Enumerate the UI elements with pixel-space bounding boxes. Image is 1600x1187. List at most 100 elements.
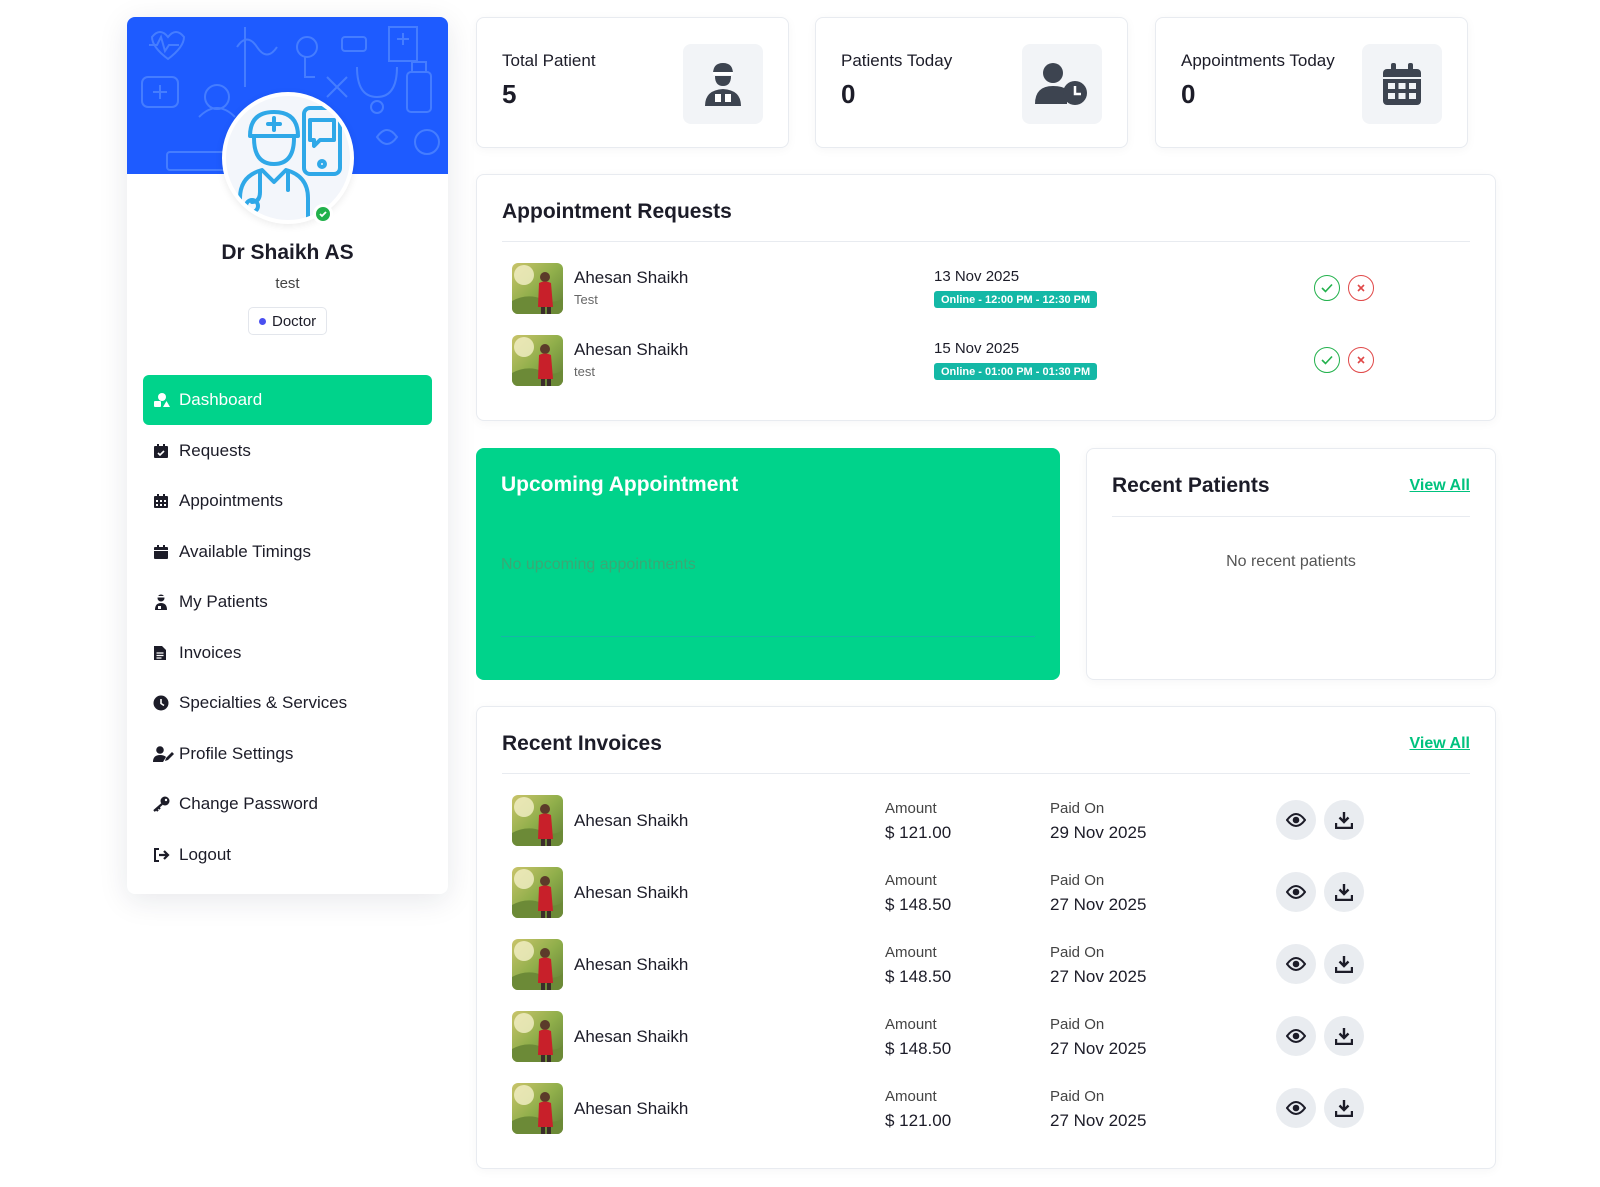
- stat-label: Patients Today: [841, 51, 953, 70]
- close-icon: [1357, 284, 1365, 292]
- view-invoice-button[interactable]: [1276, 872, 1316, 912]
- recent-invoices-panel: Recent Invoices View All Ahesan Shaikh Am…: [476, 706, 1496, 1169]
- sidebar-item-logout[interactable]: Logout: [143, 830, 432, 880]
- sidebar-item-dashboard[interactable]: Dashboard: [143, 375, 432, 425]
- doctor-name: Dr Shaikh AS: [221, 241, 354, 264]
- invoice-paid-date: 27 Nov 2025: [1050, 895, 1147, 914]
- calendar-grid-icon: [153, 492, 175, 510]
- logout-icon: [153, 846, 175, 864]
- divider: [502, 241, 1470, 242]
- paid-on-label: Paid On: [1050, 1088, 1105, 1105]
- request-date: 15 Nov 2025: [934, 340, 1020, 357]
- role-dot-icon: [259, 317, 266, 325]
- download-invoice-button[interactable]: [1324, 872, 1364, 912]
- sidebar-item-requests[interactable]: Requests: [143, 426, 432, 476]
- divider: [501, 636, 1035, 637]
- panel-title: Recent Patients: [1112, 474, 1270, 497]
- sidebar-item-label: My Patients: [179, 592, 268, 611]
- view-invoice-button[interactable]: [1276, 1016, 1316, 1056]
- download-invoice-button[interactable]: [1324, 800, 1364, 840]
- divider: [1112, 516, 1470, 517]
- sidebar-item-appointments[interactable]: Appointments: [143, 476, 432, 526]
- amount-label: Amount: [885, 872, 937, 889]
- request-slot-badge: Online - 01:00 PM - 01:30 PM: [934, 363, 1098, 380]
- request-patient-name[interactable]: Ahesan Shaikh: [574, 340, 688, 360]
- stat-card-patients-today: Patients Today 0: [815, 17, 1128, 148]
- stat-value: 0: [841, 79, 856, 109]
- invoice-amount: $ 148.50: [885, 895, 952, 914]
- patient-avatar: [512, 335, 563, 386]
- download-icon: [1335, 956, 1353, 973]
- panel-title: Appointment Requests: [502, 200, 732, 223]
- user-injured-icon: [153, 593, 175, 611]
- download-invoice-button[interactable]: [1324, 1088, 1364, 1128]
- upcoming-appointment-panel: Upcoming Appointment No upcoming appoint…: [476, 448, 1060, 680]
- reject-button[interactable]: [1348, 275, 1374, 301]
- download-invoice-button[interactable]: [1324, 944, 1364, 984]
- invoice-patient-name[interactable]: Ahesan Shaikh: [574, 811, 688, 831]
- eye-icon: [1286, 1029, 1306, 1043]
- amount-label: Amount: [885, 1016, 937, 1033]
- eye-icon: [1286, 813, 1306, 827]
- role-label: Doctor: [272, 312, 317, 330]
- patient-avatar: [512, 795, 563, 846]
- paid-on-label: Paid On: [1050, 800, 1105, 817]
- panel-title: Recent Invoices: [502, 732, 662, 755]
- profile-sidebar: Dr Shaikh AS test Doctor Dashboard Reque…: [127, 17, 448, 894]
- sidebar-item-specialties[interactable]: Specialties & Services: [143, 678, 432, 728]
- calendar-grid-icon: [1362, 44, 1442, 124]
- invoice-paid-date: 27 Nov 2025: [1050, 1111, 1147, 1130]
- sidebar-item-label: Change Password: [179, 794, 318, 813]
- patient-icon: [683, 44, 763, 124]
- download-icon: [1335, 1028, 1353, 1045]
- download-icon: [1335, 1100, 1353, 1117]
- calendar-icon: [153, 543, 175, 561]
- amount-label: Amount: [885, 1088, 937, 1105]
- invoice-amount: $ 121.00: [885, 1111, 952, 1130]
- sidebar-item-my-patients[interactable]: My Patients: [143, 577, 432, 627]
- stat-value: 0: [1181, 79, 1196, 109]
- approve-button[interactable]: [1314, 275, 1340, 301]
- approve-button[interactable]: [1314, 347, 1340, 373]
- view-invoice-button[interactable]: [1276, 944, 1316, 984]
- request-patient-name[interactable]: Ahesan Shaikh: [574, 268, 688, 288]
- invoice-amount: $ 121.00: [885, 823, 952, 842]
- online-status-icon: [313, 204, 333, 224]
- request-slot-badge: Online - 12:00 PM - 12:30 PM: [934, 291, 1098, 308]
- stat-label: Appointments Today: [1181, 51, 1335, 70]
- appointment-requests-panel: Appointment Requests Ahesan Shaikh Test …: [476, 174, 1496, 421]
- sidebar-item-profile-settings[interactable]: Profile Settings: [143, 729, 432, 779]
- view-all-link[interactable]: View All: [1410, 735, 1470, 753]
- view-invoice-button[interactable]: [1276, 1088, 1316, 1128]
- invoice-patient-name[interactable]: Ahesan Shaikh: [574, 1027, 688, 1047]
- paid-on-label: Paid On: [1050, 1016, 1105, 1033]
- amount-label: Amount: [885, 800, 937, 817]
- user-clock-icon: [1022, 44, 1102, 124]
- invoice-patient-name[interactable]: Ahesan Shaikh: [574, 1099, 688, 1119]
- doctor-subtitle: test: [275, 275, 300, 292]
- calendar-check-icon: [153, 442, 175, 460]
- check-icon: [1321, 283, 1333, 293]
- view-invoice-button[interactable]: [1276, 800, 1316, 840]
- sidebar-item-invoices[interactable]: Invoices: [143, 628, 432, 678]
- request-note: Test: [574, 292, 598, 307]
- sidebar-item-change-password[interactable]: Change Password: [143, 779, 432, 829]
- sidebar-item-label: Dashboard: [179, 390, 263, 409]
- sidebar-item-label: Invoices: [179, 642, 242, 662]
- download-invoice-button[interactable]: [1324, 1016, 1364, 1056]
- view-all-link[interactable]: View All: [1410, 477, 1470, 495]
- clock-icon: [153, 694, 175, 712]
- paid-on-label: Paid On: [1050, 872, 1105, 889]
- dashboard-icon: [153, 391, 175, 409]
- invoice-amount: $ 148.50: [885, 1039, 952, 1058]
- invoice-amount: $ 148.50: [885, 967, 952, 986]
- sidebar-item-label: Available Timings: [179, 541, 311, 561]
- invoice-patient-name[interactable]: Ahesan Shaikh: [574, 955, 688, 975]
- sidebar-item-available-timings[interactable]: Available Timings: [143, 527, 432, 577]
- empty-state: No recent patients: [1226, 553, 1356, 570]
- doctor-avatar: [222, 92, 354, 224]
- stat-card-appointments-today: Appointments Today 0: [1155, 17, 1468, 148]
- invoice-paid-date: 27 Nov 2025: [1050, 1039, 1147, 1058]
- reject-button[interactable]: [1348, 347, 1374, 373]
- invoice-patient-name[interactable]: Ahesan Shaikh: [574, 883, 688, 903]
